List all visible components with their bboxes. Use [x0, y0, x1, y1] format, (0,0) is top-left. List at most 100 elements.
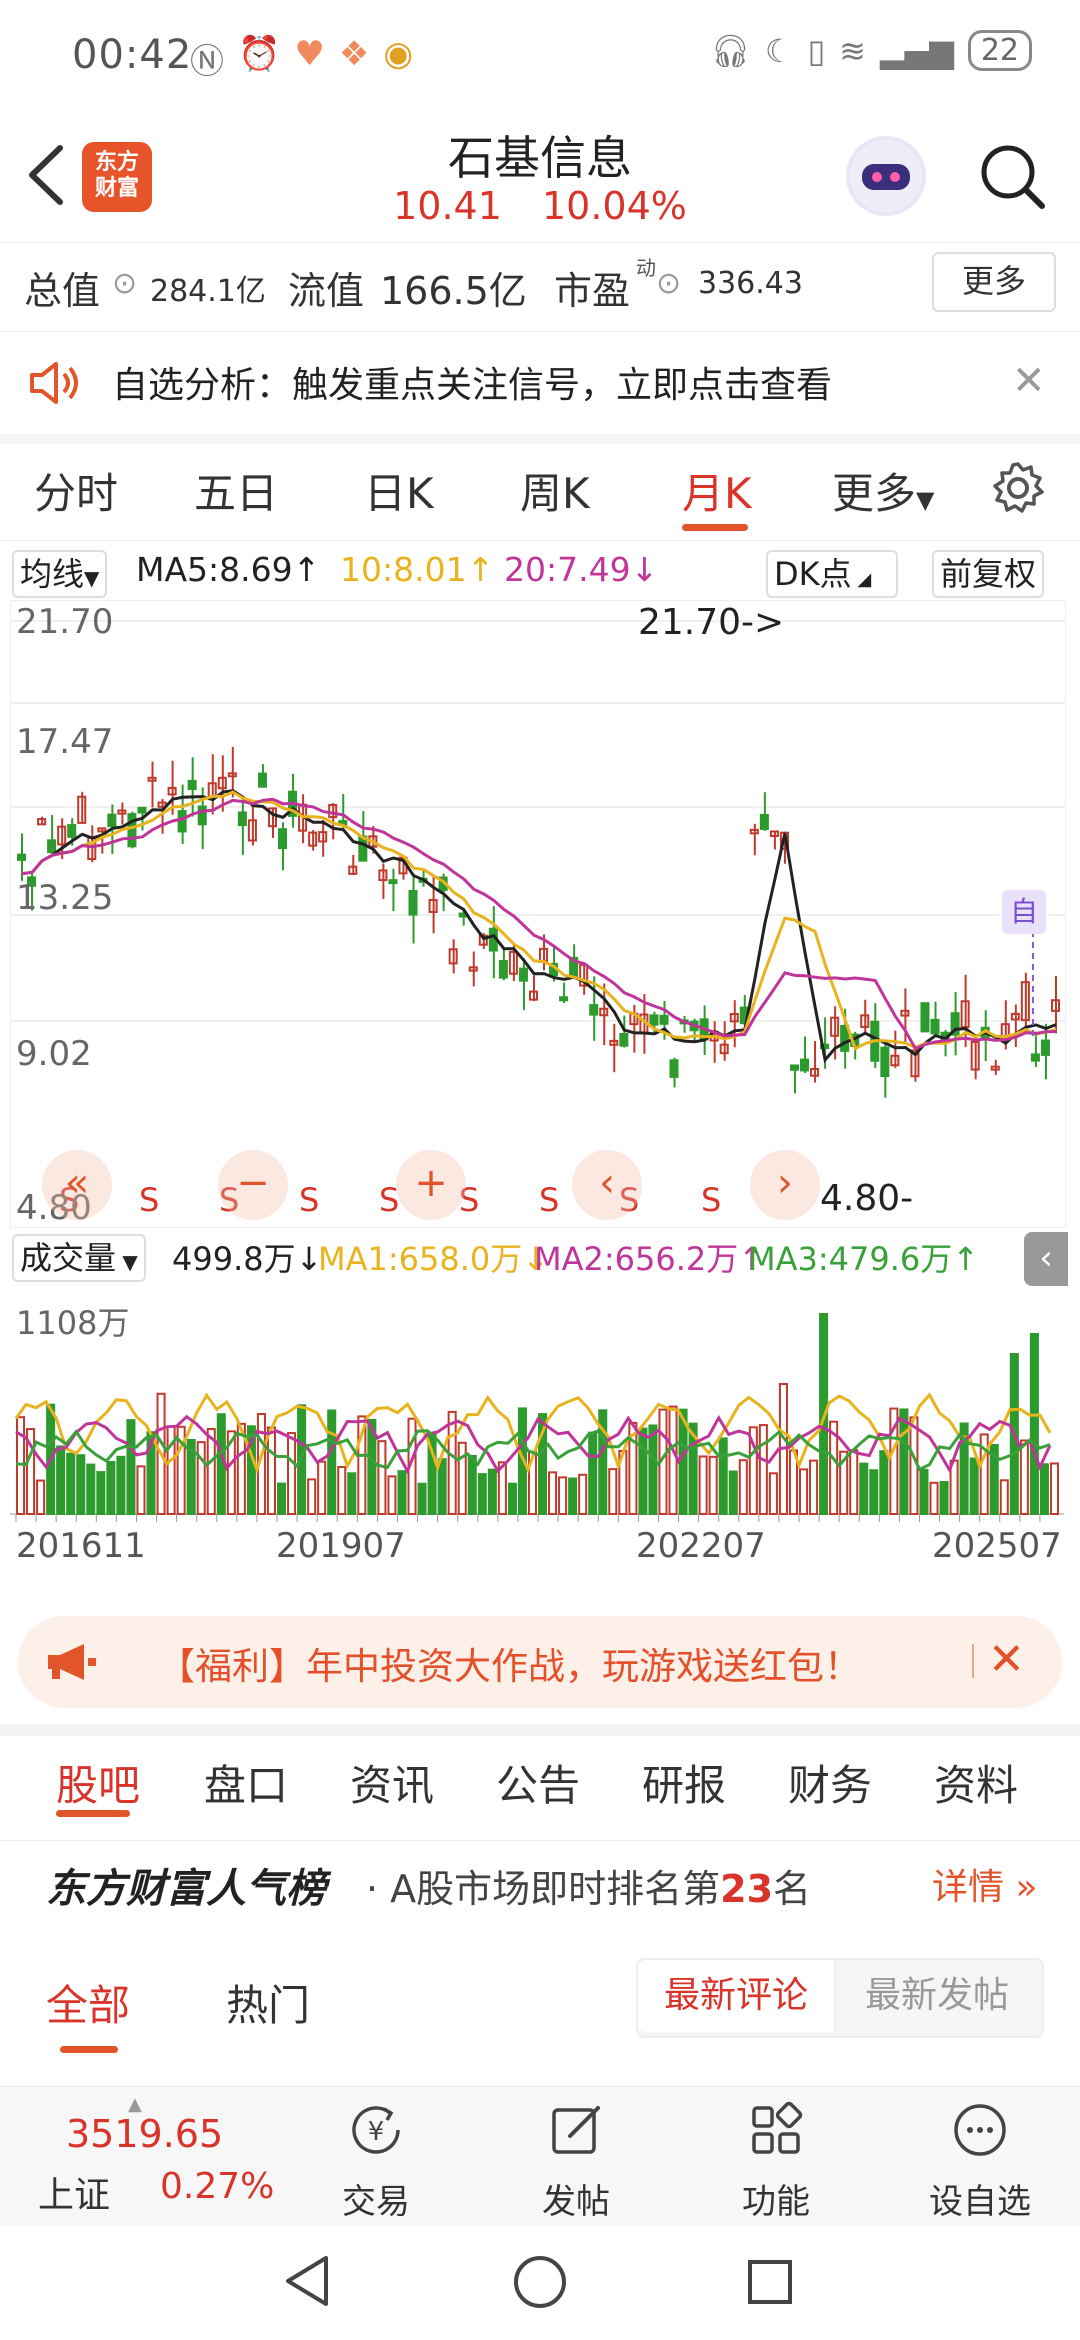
candle-body: [559, 996, 569, 1002]
date-tick-0: 201611: [16, 1526, 146, 1566]
tab-intraday[interactable]: 分时: [34, 460, 118, 521]
volume-bar: [638, 1427, 648, 1515]
max-price-label: 21.70->: [638, 602, 785, 643]
ma-selector[interactable]: 均线▼: [12, 550, 108, 598]
volume-bar: [96, 1471, 106, 1515]
tab-guba[interactable]: 股吧: [56, 1752, 140, 1813]
nav-home-icon[interactable]: [512, 2254, 568, 2310]
scroll-start-button[interactable]: «: [42, 1150, 112, 1220]
vol-ma3: MA3:479.6万↑: [748, 1240, 980, 1278]
nav-recents-icon[interactable]: [746, 2258, 794, 2306]
volume-bar: [728, 1470, 738, 1515]
volume-chart[interactable]: [10, 1290, 1064, 1550]
nfc-icon: Ⓝ: [190, 42, 224, 82]
post-button[interactable]: 发帖: [506, 2100, 646, 2223]
candle-body: [1040, 1039, 1050, 1056]
sort-latest-comment[interactable]: 最新评论: [638, 1960, 836, 2032]
trade-button[interactable]: ¥ 交易: [306, 2100, 446, 2223]
volume-value: 499.8万↓: [172, 1240, 323, 1278]
gear-icon[interactable]: [990, 460, 1046, 516]
candle-body: [17, 853, 27, 861]
candle-body: [589, 1004, 599, 1016]
tab-profile[interactable]: 资料: [934, 1752, 1018, 1813]
candle-body: [619, 1033, 629, 1047]
volume-bar: [568, 1477, 578, 1516]
volume-bar: [1019, 1439, 1029, 1515]
notice-text: 自选分析：触发重点关注信号，立即点击查看: [112, 365, 833, 406]
status-app-icons: Ⓝ ⏰ ♥ ❖ ◉: [190, 34, 413, 83]
candle-body: [498, 960, 508, 979]
candle-body: [408, 890, 418, 916]
volume-bar: [307, 1478, 317, 1516]
index-label: 上证: [38, 2175, 111, 2216]
function-button[interactable]: 功能: [706, 2100, 846, 2223]
volume-selector[interactable]: 成交量 ▼: [12, 1234, 146, 1282]
volume-bar: [196, 1441, 206, 1515]
candle-body: [187, 779, 197, 791]
candle-body: [659, 1014, 669, 1025]
self-select-marker[interactable]: 自: [1002, 890, 1046, 934]
volume-bar: [859, 1462, 869, 1515]
adjust-selector[interactable]: 前复权: [932, 550, 1045, 598]
volume-bar: [477, 1473, 487, 1515]
sub-tab-active-indicator: [56, 1810, 130, 1817]
volume-bar: [969, 1457, 979, 1516]
filter-hot[interactable]: 热门: [226, 1972, 310, 2033]
tab-finance[interactable]: 财务: [788, 1752, 872, 1813]
tab-weekly-k[interactable]: 周K: [520, 460, 590, 521]
tab-five-day[interactable]: 五日: [194, 460, 278, 521]
collapse-panel-icon[interactable]: ‹: [1024, 1232, 1068, 1286]
volume-bar: [558, 1476, 568, 1516]
tab-announcements[interactable]: 公告: [496, 1752, 580, 1813]
volume-bar: [588, 1431, 598, 1515]
svg-text:¥: ¥: [368, 2117, 385, 2147]
search-icon[interactable]: [976, 140, 1048, 212]
volume-bar: [648, 1424, 658, 1515]
tab-daily-k[interactable]: 日K: [364, 460, 434, 521]
signal-icon: ▂▄▆: [879, 31, 954, 70]
tab-monthly-k[interactable]: 月K: [682, 460, 752, 521]
volume-bar: [126, 1419, 136, 1515]
close-icon[interactable]: ✕: [988, 1634, 1025, 1685]
volume-bar: [849, 1449, 859, 1516]
candle-body: [237, 811, 247, 827]
candle-body: [257, 772, 267, 788]
volume-bar: [939, 1481, 949, 1516]
zoom-out-button[interactable]: −: [218, 1150, 288, 1220]
tab-research[interactable]: 研报: [642, 1752, 726, 1813]
price-tick-1: 17.47: [16, 722, 114, 762]
tab-news[interactable]: 资讯: [350, 1752, 434, 1813]
candle-body: [278, 828, 288, 850]
volume-bar: [347, 1472, 357, 1516]
ma5-value: MA5:8.69↑: [136, 550, 321, 589]
volume-bar: [768, 1472, 778, 1515]
nav-back-icon[interactable]: [282, 2254, 332, 2308]
wifi-icon: ≋: [839, 31, 866, 70]
volume-bar: [718, 1437, 728, 1515]
scroll-left-button[interactable]: ‹: [572, 1150, 642, 1220]
info-icon: ⊙: [112, 266, 138, 301]
tab-more[interactable]: 更多▼: [832, 460, 934, 521]
volume-bar: [447, 1410, 457, 1515]
filter-all[interactable]: 全部: [46, 1972, 130, 2033]
popularity-brand: 东方财富人气榜: [46, 1866, 326, 1912]
rank-detail-link[interactable]: 详情 »: [932, 1858, 1037, 1910]
close-icon[interactable]: ✕: [1012, 358, 1046, 404]
zoom-in-button[interactable]: +: [396, 1150, 466, 1220]
assistant-robot-icon[interactable]: [846, 136, 926, 216]
scroll-right-button[interactable]: ›: [750, 1150, 820, 1220]
volume-bar: [879, 1450, 889, 1516]
kline-chart[interactable]: SSSSSSSSS: [10, 600, 1066, 1228]
add-watchlist-button[interactable]: 设自选: [910, 2100, 1050, 2223]
date-tick-3: 202507: [932, 1526, 1062, 1566]
pe-label: 市盈: [554, 269, 631, 313]
volume-bar: [397, 1470, 407, 1516]
index-value[interactable]: 3519.65: [66, 2112, 223, 2156]
sort-latest-post[interactable]: 最新发帖: [836, 1960, 1038, 2032]
tab-pankou[interactable]: 盘口: [204, 1752, 288, 1813]
volume-bar: [116, 1455, 126, 1516]
more-metrics-button[interactable]: 更多: [932, 252, 1056, 312]
volume-bar: [507, 1482, 517, 1516]
dk-point-toggle[interactable]: DK点 ◢: [766, 550, 898, 598]
volume-bar: [277, 1482, 287, 1515]
